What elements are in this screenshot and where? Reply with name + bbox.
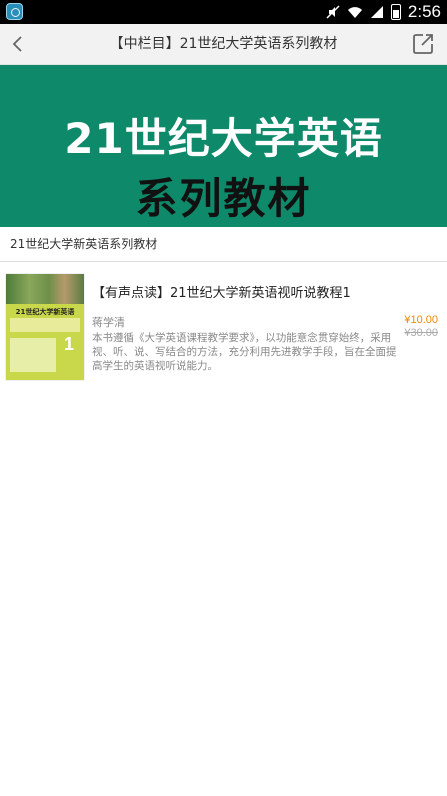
status-bar: 2:56 — [0, 0, 447, 24]
share-button[interactable] — [409, 30, 437, 58]
share-icon — [413, 34, 433, 54]
book-cover-image: 21世纪大学新英语 1 — [6, 274, 84, 380]
status-time: 2:56 — [407, 2, 441, 21]
back-button[interactable] — [4, 29, 34, 59]
book-price: ¥10.00 — [404, 314, 438, 326]
banner: 21世纪大学英语 系列教材 — [0, 65, 447, 227]
book-title: 【有声点读】21世纪大学新英语视听说教程1 — [92, 286, 351, 301]
book-list-item[interactable]: 21世纪大学新英语 1 【有声点读】21世纪大学新英语视听说教程1 蒋学清 ¥1… — [0, 263, 447, 385]
page-title: 【中栏目】21世纪大学英语系列教材 — [109, 36, 338, 52]
signal-icon — [370, 6, 383, 18]
banner-title-line1: 21世纪大学英语 — [64, 114, 383, 163]
wifi-icon — [347, 7, 362, 18]
mute-icon — [326, 5, 340, 19]
book-original-price: ¥30.00 — [404, 327, 438, 339]
banner-title-line2: 系列教材 — [135, 174, 312, 223]
app-bar: 【中栏目】21世纪大学英语系列教材 — [0, 24, 447, 65]
chevron-left-icon — [12, 36, 22, 52]
book-description: 本书遵循《大学英语课程教学要求》，以功能意念贯穿始终，采用视、听、说、写结合的方… — [92, 332, 397, 372]
status-indicators: 2:56 — [326, 2, 441, 22]
book-author: 蒋学清 — [92, 316, 125, 329]
app-notification-icon — [6, 3, 23, 20]
battery-icon — [390, 4, 401, 20]
section-title: 21世纪大学新英语系列教材 — [0, 227, 447, 262]
